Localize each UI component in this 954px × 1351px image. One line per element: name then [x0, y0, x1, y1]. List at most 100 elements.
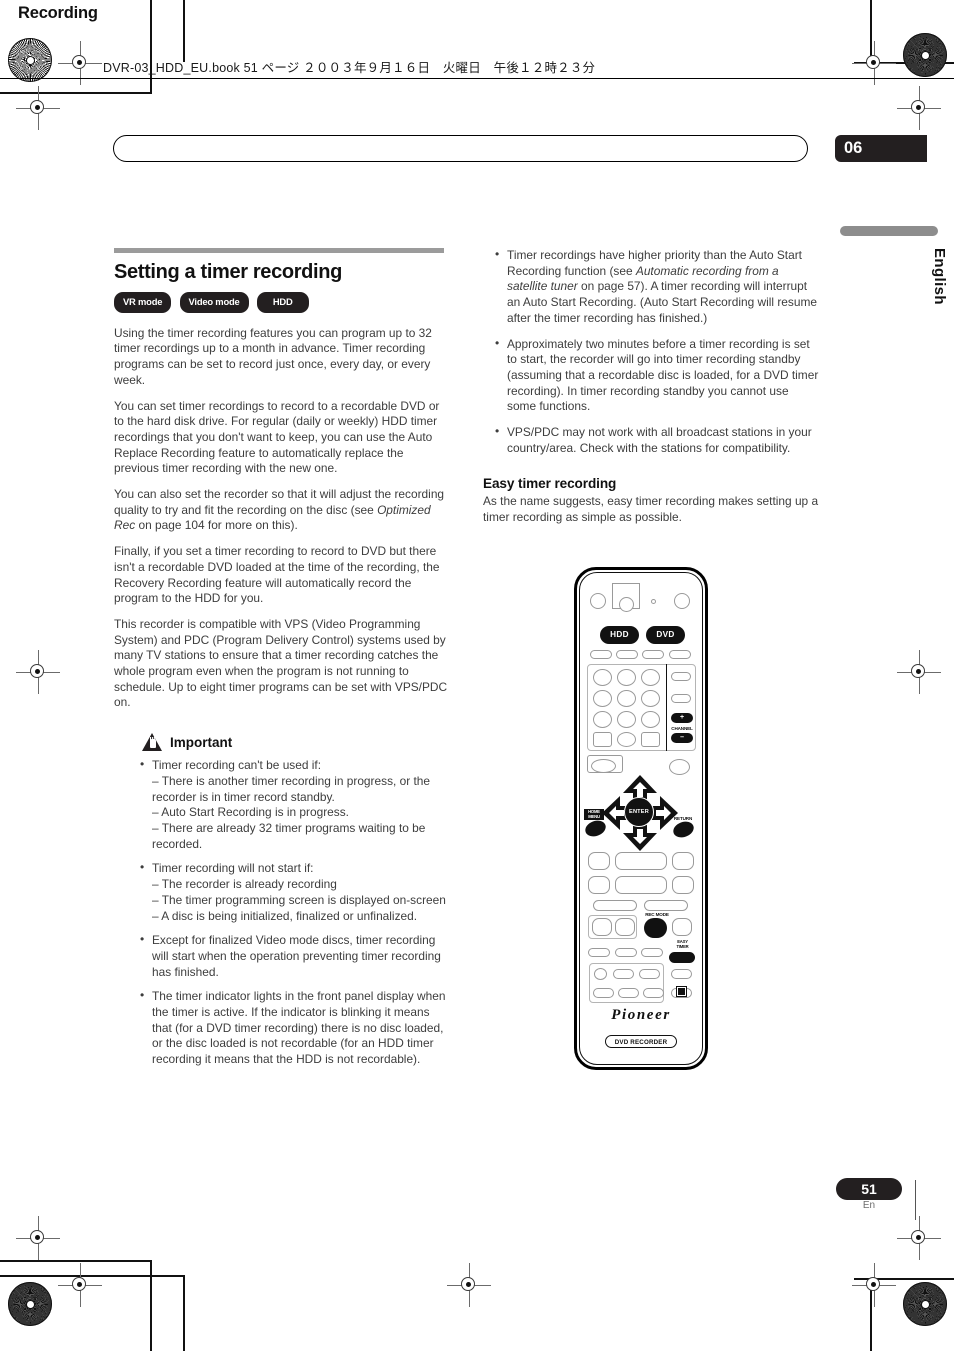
remote-stop-key	[672, 918, 692, 936]
crop-mark-bottom-left-v	[150, 1260, 152, 1351]
registration-target-top-left-a	[58, 41, 102, 85]
remote-home-menu-line2: MENU	[588, 813, 600, 819]
remote-hdd-label: HDD	[610, 629, 629, 639]
remote-num-6	[641, 690, 660, 707]
list-item: VPS/PDC may not work with all broadcast …	[495, 424, 819, 456]
intro-paragraph-1: Using the timer recording features you c…	[114, 325, 432, 387]
remote-function-key-4	[669, 650, 691, 659]
mode-badge-group: VR mode Video mode HDD	[114, 292, 450, 313]
remote-play-row1-left	[588, 852, 610, 870]
bullet-sub: – A disc is being initialized, finalized…	[152, 908, 418, 923]
warning-hand-glyph	[149, 736, 156, 749]
language-tab-bar	[840, 226, 938, 236]
remote-power-key	[590, 593, 606, 609]
remote-hdd-button: HDD	[600, 626, 639, 644]
remote-easy-timer-button	[669, 952, 695, 963]
section-rule	[114, 248, 444, 253]
remote-small-key-3	[641, 948, 663, 957]
remote-enter-button: ENTER	[624, 797, 654, 827]
remote-channel-minus-label: –	[680, 734, 684, 741]
optimized-rec-after: on page 104 for more on this).	[135, 518, 298, 533]
remote-num-9	[641, 711, 660, 728]
remote-dvd-label: DVD	[656, 629, 675, 639]
list-item: Approximately two minutes before a timer…	[495, 336, 819, 416]
remote-control-illustration: HDD DVD + CHANNEL – ENTER HOME MENU RETU…	[574, 567, 708, 1070]
remote-standby-key	[674, 593, 690, 609]
remote-small-key-2	[615, 948, 637, 957]
remote-channel-plus-label: +	[680, 714, 684, 721]
crop-mark-bottom-left-h	[0, 1260, 152, 1262]
page-number-label: 51	[861, 1181, 877, 1197]
remote-num-clear	[593, 732, 612, 747]
pioneer-brand-logo: Pioneer	[611, 1007, 671, 1023]
bullet-lead: Timer recording will not start if:	[152, 861, 314, 876]
registration-target-bottom-left-b	[58, 1263, 102, 1307]
registration-starburst-bottom-right	[903, 1282, 947, 1326]
remote-play-row2-center	[615, 876, 667, 894]
important-heading: Important	[142, 733, 450, 754]
subsection-title: Easy timer recording	[483, 476, 617, 492]
bullet-lead: Except for finalized Video mode discs, t…	[152, 933, 441, 979]
intro-paragraph-2: You can set timer recordings to record t…	[114, 398, 440, 476]
remote-num-3	[641, 669, 660, 686]
crop-mark-top-left-h	[0, 92, 152, 94]
list-item: Timer recording will not start if: – The…	[140, 860, 450, 924]
remote-enter-label: ENTER	[629, 809, 649, 815]
intro-paragraph-3: Finally, if you set a timer recording to…	[114, 544, 440, 606]
important-bullet-list: Timer recording can't be used if: – Ther…	[114, 757, 450, 1068]
remote-num-5	[617, 690, 636, 707]
crop-mark-top-left-v	[150, 0, 152, 94]
remote-edit-key-7	[671, 969, 692, 979]
remote-oval-key-left	[591, 759, 616, 773]
chapter-number-label: 06	[844, 139, 863, 157]
registration-target-mid-left	[16, 650, 60, 694]
remote-edit-key-3	[639, 969, 660, 979]
crop-mark-bottom-left-v2	[183, 1275, 185, 1351]
registration-target-top-right-a	[852, 41, 896, 85]
page-number-badge: 51	[836, 1178, 902, 1200]
remote-side-key-1	[671, 672, 691, 681]
remote-function-key-1	[590, 650, 612, 659]
registration-target-top-right-b	[897, 86, 941, 130]
bullet-text-before: VPS/PDC may not work with all broadcast …	[507, 425, 812, 455]
remote-edit-key-4	[593, 988, 614, 998]
remote-side-key-2	[671, 694, 691, 703]
remote-easy-timer-line2: TIMER	[676, 943, 689, 949]
list-item: Timer recordings have higher priority th…	[495, 247, 819, 327]
bullet-sub: – The timer programming screen is displa…	[152, 892, 446, 907]
bullet-text-before: Approximately two minutes before a timer…	[507, 336, 819, 414]
remote-home-menu-tag: HOME MENU	[584, 809, 604, 821]
subsection-body: As the name suggests, easy timer recordi…	[483, 494, 819, 524]
remote-open-close-key	[619, 597, 634, 612]
remote-edit-key-6	[643, 988, 664, 998]
right-bullet-list: Timer recordings have higher priority th…	[483, 247, 819, 456]
registration-starburst-bottom-left	[8, 1282, 52, 1326]
list-item: Except for finalized Video mode discs, t…	[140, 932, 450, 980]
remote-mode-indicator-icon	[677, 987, 686, 996]
bullet-sub: – Auto Start Recording is in progress.	[152, 805, 349, 820]
remote-rec-mode-label: REC MODE	[645, 912, 669, 917]
remote-return-label: RETURN	[673, 816, 693, 821]
registration-target-bottom-left-a	[16, 1216, 60, 1260]
remote-num-4	[593, 690, 612, 707]
remote-play-row2-right	[672, 876, 694, 894]
running-head-bar	[113, 135, 808, 162]
registration-starburst-top-left	[8, 38, 52, 82]
remote-num-7	[593, 711, 612, 728]
remote-small-key-1	[588, 948, 610, 957]
right-column: Timer recordings have higher priority th…	[483, 247, 819, 536]
list-item: Timer recording can't be used if: – Ther…	[140, 757, 450, 852]
remote-dvd-button: DVD	[646, 626, 685, 644]
remote-edit-round-key	[594, 968, 607, 980]
remote-rec-key-2	[615, 918, 635, 936]
remote-product-label-pill: DVD RECORDER	[605, 1035, 677, 1048]
chapter-number-tab: 06	[835, 135, 927, 162]
remote-play-row1-center	[615, 852, 667, 870]
registration-target-bottom-right-a	[897, 1216, 941, 1260]
book-file-info: DVR-03_HDD_EU.book 51 ページ ２００３年９月１６日 火曜日…	[103, 61, 596, 75]
remote-play-row1-right	[672, 852, 694, 870]
file-info-rule	[0, 78, 954, 79]
registration-target-mid-right	[897, 650, 941, 694]
remote-num-0	[617, 732, 636, 747]
remote-play-row3-right	[644, 900, 688, 911]
